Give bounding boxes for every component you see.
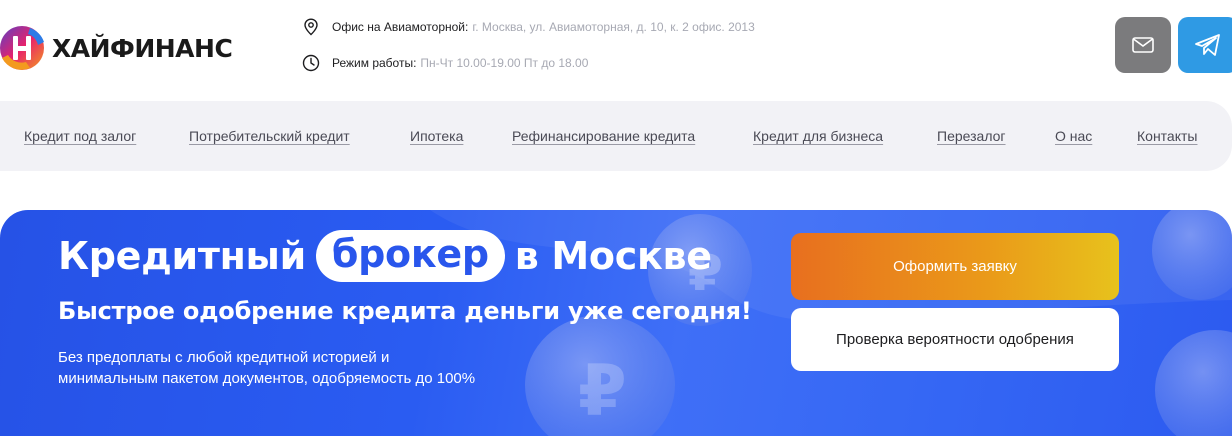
apply-button[interactable]: Оформить заявку — [791, 233, 1119, 300]
clock-icon — [301, 53, 321, 73]
main-nav: Кредит под залог Потребительский кредит … — [0, 101, 1232, 171]
hours-label: Режим работы: — [332, 56, 417, 70]
mail-icon — [1132, 37, 1154, 53]
telegram-button[interactable] — [1178, 17, 1232, 73]
office-label: Офис на Авиамоторной: — [332, 20, 469, 34]
hero-description: Без предоплаты с любой кредитной историе… — [58, 349, 476, 387]
hero-title-start: Кредитный — [58, 234, 306, 278]
nav-item-business-credit[interactable]: Кредит для бизнеса — [753, 128, 883, 144]
hours-value: Пн-Чт 10.00-19.00 Пт до 18.00 — [420, 56, 589, 70]
hero-title: Кредитный брокер в Москве — [58, 230, 712, 282]
office-value: г. Москва, ул. Авиамоторная, д. 10, к. 2… — [472, 20, 755, 34]
brand-logo[interactable]: ХАЙФИНАНС — [0, 18, 233, 78]
svg-text:₽: ₽ — [578, 350, 627, 432]
nav-item-contacts[interactable]: Контакты — [1137, 128, 1197, 144]
office-address: Офис на Авиамоторной: г. Москва, ул. Ави… — [301, 16, 755, 38]
nav-item-collateral-loan[interactable]: Кредит под залог — [24, 128, 136, 144]
telegram-icon — [1195, 34, 1220, 56]
nav-item-consumer-credit[interactable]: Потребительский кредит — [189, 128, 350, 144]
hero-title-highlight: брокер — [315, 230, 505, 282]
nav-item-refinancing[interactable]: Рефинансирование кредита — [512, 128, 695, 144]
brand-name: ХАЙФИНАНС — [52, 33, 233, 63]
nav-item-remortgage[interactable]: Перезалог — [937, 128, 1006, 144]
mail-button[interactable] — [1115, 17, 1171, 73]
approval-check-button[interactable]: Проверка вероятности одобрения — [791, 308, 1119, 371]
working-hours: Режим работы: Пн-Чт 10.00-19.00 Пт до 18… — [301, 52, 755, 74]
hero-subtitle: Быстрое одобрение кредита деньги уже сег… — [58, 297, 752, 325]
nav-item-mortgage[interactable]: Ипотека — [410, 128, 463, 144]
logo-mark-icon — [0, 18, 48, 78]
location-pin-icon — [301, 17, 321, 37]
header-contacts: Офис на Авиамоторной: г. Москва, ул. Ави… — [301, 16, 755, 74]
hero-title-end: в Москве — [514, 234, 712, 278]
hero-banner: ₽ ₽ Кредитный брокер в Москве Быстрое од… — [0, 210, 1232, 436]
nav-item-about[interactable]: О нас — [1055, 128, 1092, 144]
